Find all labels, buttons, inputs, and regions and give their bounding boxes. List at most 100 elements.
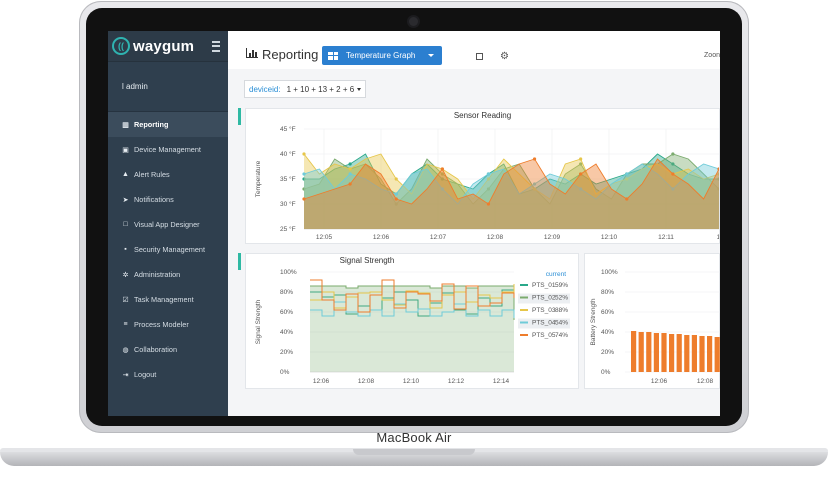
sidebar-item-label: Logout (134, 370, 157, 379)
bar (661, 333, 667, 372)
y-tick-label: 80% (601, 289, 614, 296)
graph-button-label: Temperature Graph (346, 51, 416, 60)
x-tick-label: 12:08 (358, 378, 375, 385)
y-tick-label: 20% (601, 349, 614, 356)
battery-strength-chart: 100% 80% 60% 40% 20% 0% Battery Strength 12:06 1… (590, 269, 720, 385)
y-tick-label: 25 °F (280, 225, 296, 233)
bar (691, 335, 697, 372)
sensor-reading-panel: Sensor Reading 45 °F 40 °F 35 °F 30 °F 25 °F… (245, 108, 720, 244)
panel-accent (238, 108, 241, 125)
data-point (671, 172, 675, 176)
data-point (625, 172, 629, 176)
y-tick-label: 100% (280, 269, 297, 276)
sidebar-item-notifications[interactable]: ➤ Notifications (108, 187, 228, 212)
y-tick-label: 40 °F (280, 150, 296, 158)
save-icon[interactable] (476, 53, 483, 60)
data-point (486, 172, 491, 176)
x-tick-label: 12:12 (448, 378, 465, 385)
sidebar-item-visual-app-designer[interactable]: □ Visual App Designer (108, 212, 228, 237)
laptop-notch (353, 449, 475, 455)
legend-item-label: PTS_05 (532, 332, 556, 339)
sidebar-item-label: Collaboration (134, 345, 177, 354)
legend-item-value: 74% (555, 332, 568, 339)
camera (409, 17, 418, 26)
data-point (671, 152, 675, 156)
sidebar-item-administration[interactable]: ✲ Administration (108, 262, 228, 287)
waygum-logo-icon: (( (112, 37, 130, 55)
x-tick-label: 12:07 (430, 234, 447, 241)
paper-plane-icon: ➤ (122, 196, 129, 204)
sidebar-item-collaboration[interactable]: ◍ Collaboration (108, 337, 228, 362)
sidebar-item-task-management[interactable]: ☑ Task Management (108, 287, 228, 312)
y-tick-label: 30 °F (280, 200, 296, 208)
sidebar-item-security-management[interactable]: ▪ Security Management (108, 237, 228, 262)
x-tick-label: 12:05 (316, 234, 333, 241)
toolbar: Reporting Temperature Graph ⚙ Zoon (228, 31, 720, 69)
sidebar-item-label: Administration (134, 270, 181, 279)
data-point (348, 162, 352, 166)
y-tick-label: 80% (280, 289, 293, 296)
sidebar-item-label: Visual App Designer (134, 220, 200, 229)
sidebar-item-label: Device Management (134, 145, 201, 154)
sidebar: (( waygum l admin ▥ Reporting ▣ Device Mana… (108, 31, 228, 416)
data-point (348, 172, 352, 176)
sidebar-item-logout[interactable]: ⇥ Logout (108, 362, 228, 387)
gear-icon[interactable]: ⚙ (500, 51, 509, 62)
data-point (302, 152, 306, 156)
app-screen: (( waygum l admin ▥ Reporting ▣ Device Mana… (108, 31, 720, 416)
filter-key: deviceid: (249, 84, 281, 94)
hamburger-menu-icon[interactable] (212, 40, 220, 52)
logo-bar: (( waygum (108, 31, 228, 62)
y-tick-label: 20% (280, 349, 293, 356)
sidebar-item-label: Notifications (134, 195, 174, 204)
data-point (394, 197, 398, 201)
y-tick-label: 60% (280, 309, 293, 316)
data-point (625, 197, 629, 201)
sidebar-item-process-modeler[interactable]: ≡ Process Modeler (108, 312, 228, 337)
user-name[interactable]: l admin (108, 62, 228, 102)
sidebar-item-alert-rules[interactable]: ▲ Alert Rules (108, 162, 228, 187)
app-logo: waygum (133, 37, 195, 55)
panel-accent (238, 253, 241, 270)
y-tick-label: 100% (601, 269, 618, 276)
y-tick-label: 60% (601, 309, 614, 316)
legend-item-label: PTS_04 (532, 320, 556, 327)
bar (669, 334, 675, 372)
chat-icon: ◍ (122, 346, 129, 354)
page-title: Reporting (262, 47, 319, 62)
sidebar-item-label: Task Management (134, 295, 194, 304)
device-icon: ▣ (122, 146, 129, 154)
bar (707, 336, 713, 372)
data-point (532, 157, 537, 161)
legend-item-label: PTS_02 (532, 295, 556, 302)
sidebar-item-label: Alert Rules (134, 170, 170, 179)
caret-down-icon (357, 87, 362, 91)
y-axis-label: Signal Strength (255, 299, 262, 344)
grid-icon (328, 51, 338, 60)
y-axis-label: Battery Strength (590, 298, 597, 345)
x-tick-label: 12:06 (313, 378, 330, 385)
data-point (579, 157, 583, 161)
x-tick-label: 12:1 (717, 234, 719, 241)
bar (646, 332, 652, 372)
data-point (302, 197, 306, 201)
main-content: Reporting Temperature Graph ⚙ Zoon devic… (228, 31, 720, 416)
data-point (348, 182, 352, 186)
x-tick-label: 12:11 (658, 234, 674, 241)
y-axis-label: Temperature (255, 160, 262, 197)
x-tick-label: 12:14 (493, 378, 510, 385)
legend-header: current (546, 271, 566, 278)
sidebar-item-label: Security Management (134, 245, 205, 254)
zoom-label[interactable]: Zoon (704, 52, 720, 59)
x-tick-label: 12:09 (544, 234, 561, 241)
y-tick-label: 0% (280, 369, 290, 376)
temperature-graph-dropdown[interactable]: Temperature Graph (322, 46, 442, 65)
x-tick-label: 12:06 (651, 378, 668, 385)
sidebar-item-device-management[interactable]: ▣ Device Management (108, 137, 228, 162)
x-tick-label: 12:10 (403, 378, 420, 385)
y-tick-label: 40% (601, 329, 614, 336)
legend-item-value: 59% (555, 282, 568, 289)
data-point (579, 172, 583, 176)
deviceid-filter[interactable]: deviceid: 1 + 10 + 13 + 2 + 6 (244, 80, 367, 98)
sidebar-item-reporting[interactable]: ▥ Reporting (108, 112, 228, 137)
